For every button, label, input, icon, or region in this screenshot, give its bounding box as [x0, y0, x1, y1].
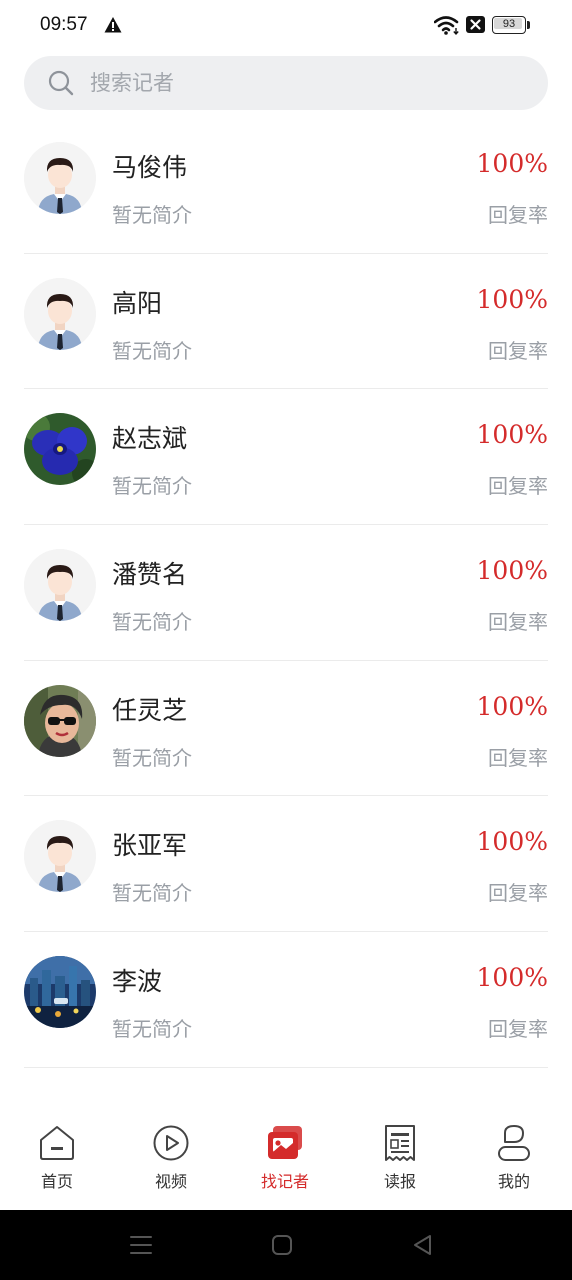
- reporter-icon: [268, 1126, 302, 1159]
- back-triangle-icon[interactable]: [409, 1232, 437, 1258]
- reply-rate-value: 100%: [476, 284, 548, 314]
- battery-tip: [527, 21, 530, 29]
- battery-level: 93: [502, 18, 516, 30]
- play-icon: [153, 1125, 189, 1161]
- reporter-name: 马俊伟: [112, 153, 188, 182]
- battery-icon: 93: [492, 16, 530, 34]
- warning-icon: [104, 17, 122, 33]
- home-square-icon[interactable]: [268, 1232, 296, 1258]
- reply-rate-value: 100%: [476, 827, 548, 857]
- bottom-tab-bar: 首页 视频 找记者 读报 我的: [0, 1110, 572, 1210]
- reporter-name: 高阳: [112, 288, 163, 318]
- reporter-bio: 暂无简介: [112, 745, 192, 770]
- reply-rate-label: 回复率: [488, 745, 548, 770]
- reporter-name: 潘赞名: [112, 560, 188, 590]
- wifi-icon: [434, 16, 459, 36]
- system-nav-bar: [0, 1210, 572, 1280]
- menu-icon[interactable]: [127, 1232, 155, 1258]
- avatar: [24, 684, 96, 757]
- tab-find-reporter[interactable]: 找记者: [235, 1124, 335, 1204]
- avatar: [24, 820, 96, 893]
- no-sim-icon: [466, 16, 485, 33]
- reporter-list: 马俊伟 暂无简介 100% 回复率 高阳 暂无简介 100% 回复率 赵志斌 暂无简介 100% 回复…: [24, 118, 548, 1068]
- tab-mine[interactable]: 我的: [464, 1124, 564, 1204]
- reporter-bio: 暂无简介: [112, 338, 192, 363]
- avatar: [24, 549, 96, 622]
- search-input[interactable]: [90, 66, 520, 100]
- reporter-row[interactable]: 李波暂无简介 100% 回复率: [24, 932, 548, 1068]
- avatar: [24, 142, 96, 214]
- status-time: 09:57: [40, 14, 88, 35]
- reply-rate-value: 100%: [476, 149, 548, 178]
- tab-video-label: 视频: [154, 1172, 187, 1191]
- reply-rate-label: 回复率: [488, 1017, 548, 1042]
- tab-newspaper-label: 读报: [383, 1172, 416, 1191]
- avatar: [24, 956, 96, 1029]
- avatar: [24, 413, 96, 486]
- reporter-row[interactable]: 张亚军暂无简介 100% 回复率: [24, 796, 548, 933]
- tab-home[interactable]: 首页: [7, 1124, 107, 1204]
- reporter-name: 任灵芝: [112, 695, 188, 725]
- reporter-row[interactable]: 任灵芝暂无简介 100% 回复率: [24, 661, 548, 797]
- reply-rate-label: 回复率: [488, 203, 548, 227]
- newspaper-icon: [385, 1125, 415, 1161]
- reply-rate-value: 100%: [476, 691, 548, 721]
- reporter-bio: 暂无简介: [112, 610, 192, 635]
- reply-rate-label: 回复率: [488, 881, 548, 906]
- reply-rate-value: 100%: [476, 963, 548, 993]
- reporter-name: 张亚军: [112, 831, 188, 861]
- reply-rate-value: 100%: [476, 420, 548, 450]
- tab-video[interactable]: 视频: [121, 1124, 221, 1204]
- profile-icon: [498, 1125, 530, 1161]
- reporter-bio: 暂无简介: [112, 474, 192, 499]
- reply-rate-label: 回复率: [488, 610, 548, 635]
- reply-rate-label: 回复率: [488, 338, 548, 363]
- reporter-row[interactable]: 潘赞名暂无简介 100% 回复率: [24, 525, 548, 661]
- reply-rate-value: 100%: [476, 556, 548, 586]
- reporter-row[interactable]: 马俊伟暂无简介 100% 回复率: [24, 118, 548, 254]
- avatar: [24, 277, 96, 350]
- reporter-bio: 暂无简介: [112, 1017, 192, 1042]
- search-icon: [48, 70, 74, 96]
- reporter-name: 赵志斌: [112, 424, 188, 454]
- tab-mine-label: 我的: [497, 1172, 530, 1191]
- home-icon: [40, 1126, 74, 1160]
- reporter-bio: 暂无简介: [112, 203, 192, 227]
- reporter-bio: 暂无简介: [112, 881, 192, 906]
- reply-rate-label: 回复率: [488, 474, 548, 499]
- reporter-name: 李波: [112, 967, 163, 997]
- tab-home-label: 首页: [40, 1172, 73, 1191]
- tab-find-reporter-label: 找记者: [260, 1172, 309, 1191]
- status-bar: 09:57 93: [0, 0, 572, 50]
- search-bar[interactable]: [24, 56, 548, 110]
- tab-newspaper[interactable]: 读报: [350, 1124, 450, 1204]
- reporter-row[interactable]: 高阳暂无简介 100% 回复率: [24, 254, 548, 390]
- reporter-row[interactable]: 赵志斌暂无简介 100% 回复率: [24, 389, 548, 526]
